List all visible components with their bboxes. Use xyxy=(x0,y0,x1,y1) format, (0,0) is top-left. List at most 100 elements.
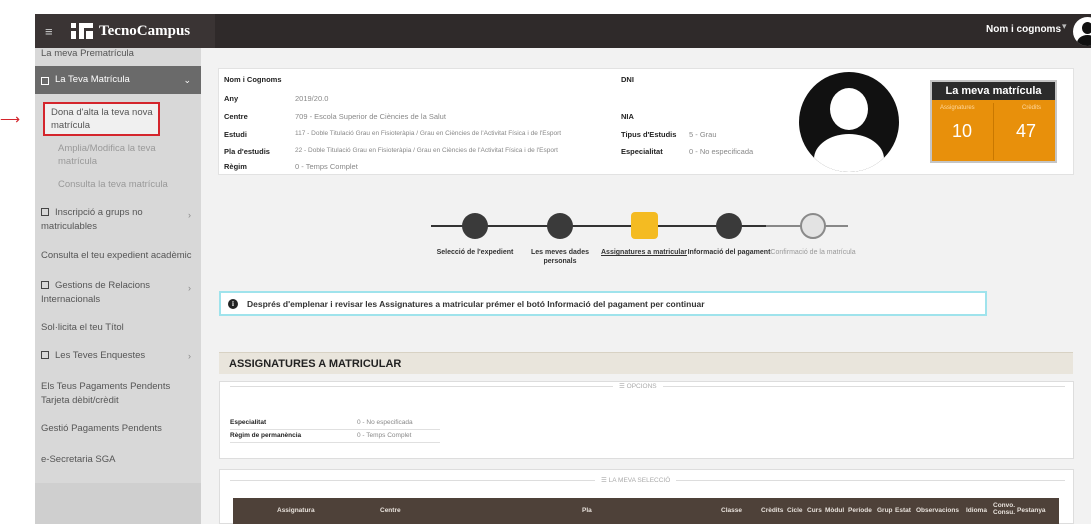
divider xyxy=(993,103,994,160)
regim-permanencia-value: 0 - Temps Complet xyxy=(357,432,412,439)
menu-icon[interactable]: ≡ xyxy=(45,25,61,38)
assignatures-label: Assignatures xyxy=(940,105,975,111)
info-icon: i xyxy=(228,298,238,309)
sidebar-item-label: Consulta el teu expedient acadèmic xyxy=(41,250,192,261)
sidebar-item-label: Consulta la teva matrícula xyxy=(58,179,168,190)
column-header[interactable]: Classe xyxy=(721,507,742,514)
sidebar-item-matricula[interactable]: La Teva Matrícula ⌄ xyxy=(35,66,201,94)
info-notice: i Després d'emplenar i revisar les Assig… xyxy=(219,291,987,316)
step-4-marker[interactable] xyxy=(716,213,742,239)
step-1-label[interactable]: Selecció de l'expedient xyxy=(430,248,520,257)
section-header: ASSIGNATURES A MATRICULAR xyxy=(219,352,1073,374)
nom-label: Nom i Cognoms xyxy=(224,75,282,84)
column-header[interactable]: Estat xyxy=(895,507,911,514)
step-3-marker[interactable] xyxy=(631,212,658,239)
column-header[interactable]: Assignatura xyxy=(277,507,315,514)
regim-label: Règim xyxy=(224,162,247,171)
tipus-value: 5 - Grau xyxy=(689,130,717,139)
student-photo xyxy=(799,72,899,172)
credits-label: Crèdits xyxy=(1022,105,1042,111)
step-2-marker[interactable] xyxy=(547,213,573,239)
column-header[interactable]: Idioma xyxy=(966,507,987,514)
estudi-value: 117 - Doble Titulació Grau en Fisioteràp… xyxy=(295,130,562,137)
column-header[interactable]: Centre xyxy=(380,507,401,514)
step-1-marker[interactable] xyxy=(462,213,488,239)
column-header[interactable]: Convo. Consu. xyxy=(993,502,1015,516)
section-title: ASSIGNATURES A MATRICULAR xyxy=(229,358,402,370)
tipus-label: Tipus d'Estudis xyxy=(621,130,677,139)
step-5-marker xyxy=(800,213,826,239)
sidebar-subitem-amplia[interactable]: Amplia/Modifica la teva matrícula xyxy=(48,142,193,168)
sidebar-item-pagaments[interactable]: Els Teus Pagaments Pendents Tarjeta dèbi… xyxy=(35,380,185,408)
column-header[interactable]: Període xyxy=(848,507,872,514)
column-header[interactable]: Pestanya xyxy=(1017,507,1046,514)
square-icon xyxy=(41,77,49,85)
step-4-label[interactable]: Informació del pagament xyxy=(684,248,774,257)
column-header[interactable]: Pla xyxy=(582,507,592,514)
regim-value: 0 - Temps Complet xyxy=(295,162,358,171)
pla-label: Pla d'estudis xyxy=(224,147,270,156)
chevron-right-icon: › xyxy=(188,283,191,293)
top-bar: ≡ TecnoCampus Nom i cognoms ▾ ⋮ xyxy=(35,14,1091,48)
opcions-legend: ☰ OPCIONS xyxy=(613,382,663,390)
centre-value: 709 - Escola Superior de Ciències de la … xyxy=(295,112,446,121)
chevron-down-icon[interactable]: ▾ xyxy=(1062,21,1067,32)
divider xyxy=(230,442,440,443)
especialitat-value: 0 - No especificada xyxy=(689,147,754,156)
column-header[interactable]: Cicle xyxy=(787,507,803,514)
regim-permanencia-label: Règim de permanència xyxy=(230,432,302,439)
especialitat-value: 0 - No especificada xyxy=(357,419,413,426)
credits-count: 47 xyxy=(1016,121,1037,141)
especialitat-label: Especialitat xyxy=(621,147,663,156)
step-5-label: Confirmació de la matrícula xyxy=(770,249,856,256)
square-icon xyxy=(41,351,49,359)
sidebar-item-label: Inscripció a grups no matriculables xyxy=(41,207,143,232)
sidebar-item-expedient[interactable]: Consulta el teu expedient acadèmic xyxy=(35,249,201,263)
column-header[interactable]: Crèdits xyxy=(761,507,783,514)
sidebar-footer xyxy=(35,483,201,524)
square-icon xyxy=(41,281,49,289)
especialitat-label: Especialitat xyxy=(230,419,267,426)
matricula-summary-card: La meva matrícula Assignatures Crèdits 1… xyxy=(930,80,1057,163)
screen: ≡ TecnoCampus Nom i cognoms ▾ ⋮ La meva … xyxy=(0,0,1091,524)
dni-label: DNI xyxy=(621,75,634,84)
sidebar-item-titol[interactable]: Sol·licita el teu Títol xyxy=(35,321,201,335)
column-header[interactable]: Observacions xyxy=(916,507,959,514)
sidebar-item-label: Sol·licita el teu Títol xyxy=(41,322,124,333)
sidebar-item-enquestes[interactable]: Les Teves Enquestes › xyxy=(35,349,201,363)
arrow-right-icon: ⟶ xyxy=(0,111,21,127)
sidebar-item-inscripcio[interactable]: Inscripció a grups no matriculables › xyxy=(35,206,201,234)
assignatures-count: 10 xyxy=(952,121,973,141)
column-header[interactable]: Grup xyxy=(877,507,893,514)
chevron-right-icon: › xyxy=(188,351,191,361)
estudi-label: Estudi xyxy=(224,130,247,139)
column-header[interactable]: Mòdul xyxy=(825,507,844,514)
sidebar-item-gestio-pagaments[interactable]: Gestió Pagaments Pendents xyxy=(35,422,201,436)
chevron-down-icon: ⌄ xyxy=(183,75,191,85)
app-name: TecnoCampus xyxy=(99,22,191,39)
sidebar-item-label: Les Teves Enquestes xyxy=(55,350,146,361)
step-3-label[interactable]: Assignatures a matricular xyxy=(599,248,689,257)
sidebar-item-relacions[interactable]: Gestions de Relacions Internacionals › xyxy=(35,279,201,307)
sidebar-subitem-consulta[interactable]: Consulta la teva matrícula xyxy=(48,178,193,191)
sidebar-item-label: La Teva Matrícula xyxy=(55,74,130,85)
sidebar-item-label: Gestions de Relacions Internacionals xyxy=(41,280,151,305)
user-name[interactable]: Nom i cognoms xyxy=(986,24,1061,35)
sidebar-item-label: Els Teus Pagaments Pendents Tarjeta dèbi… xyxy=(41,381,171,406)
chevron-right-icon: › xyxy=(188,210,191,220)
seleccio-legend: ☰ LA MEVA SELECCIÓ xyxy=(595,476,677,484)
step-2-label[interactable]: Les meves dades personals xyxy=(515,248,605,266)
logo-area: ≡ TecnoCampus xyxy=(35,14,215,48)
divider xyxy=(230,429,440,430)
sidebar-item-prematricula[interactable]: La meva Prematrícula xyxy=(35,47,201,61)
sidebar-subitem-dona-alta[interactable]: Dona d'alta la teva nova matrícula xyxy=(51,106,161,132)
notice-text: Després d'emplenar i revisar les Assigna… xyxy=(247,298,705,309)
sidebar-item-label: La meva Prematrícula xyxy=(41,48,134,59)
table-header: Assignatura Centre Pla Classe Crèdits Ci… xyxy=(233,498,1059,524)
column-header[interactable]: Curs xyxy=(807,507,822,514)
avatar[interactable] xyxy=(1073,17,1091,46)
matricula-card-title: La meva matrícula xyxy=(932,82,1055,100)
sidebar-item-esecretaria[interactable]: e-Secretaria SGA xyxy=(35,453,201,467)
tecnocampus-logo-icon xyxy=(71,23,93,39)
sidebar-item-label: Amplia/Modifica la teva matrícula xyxy=(58,143,156,167)
